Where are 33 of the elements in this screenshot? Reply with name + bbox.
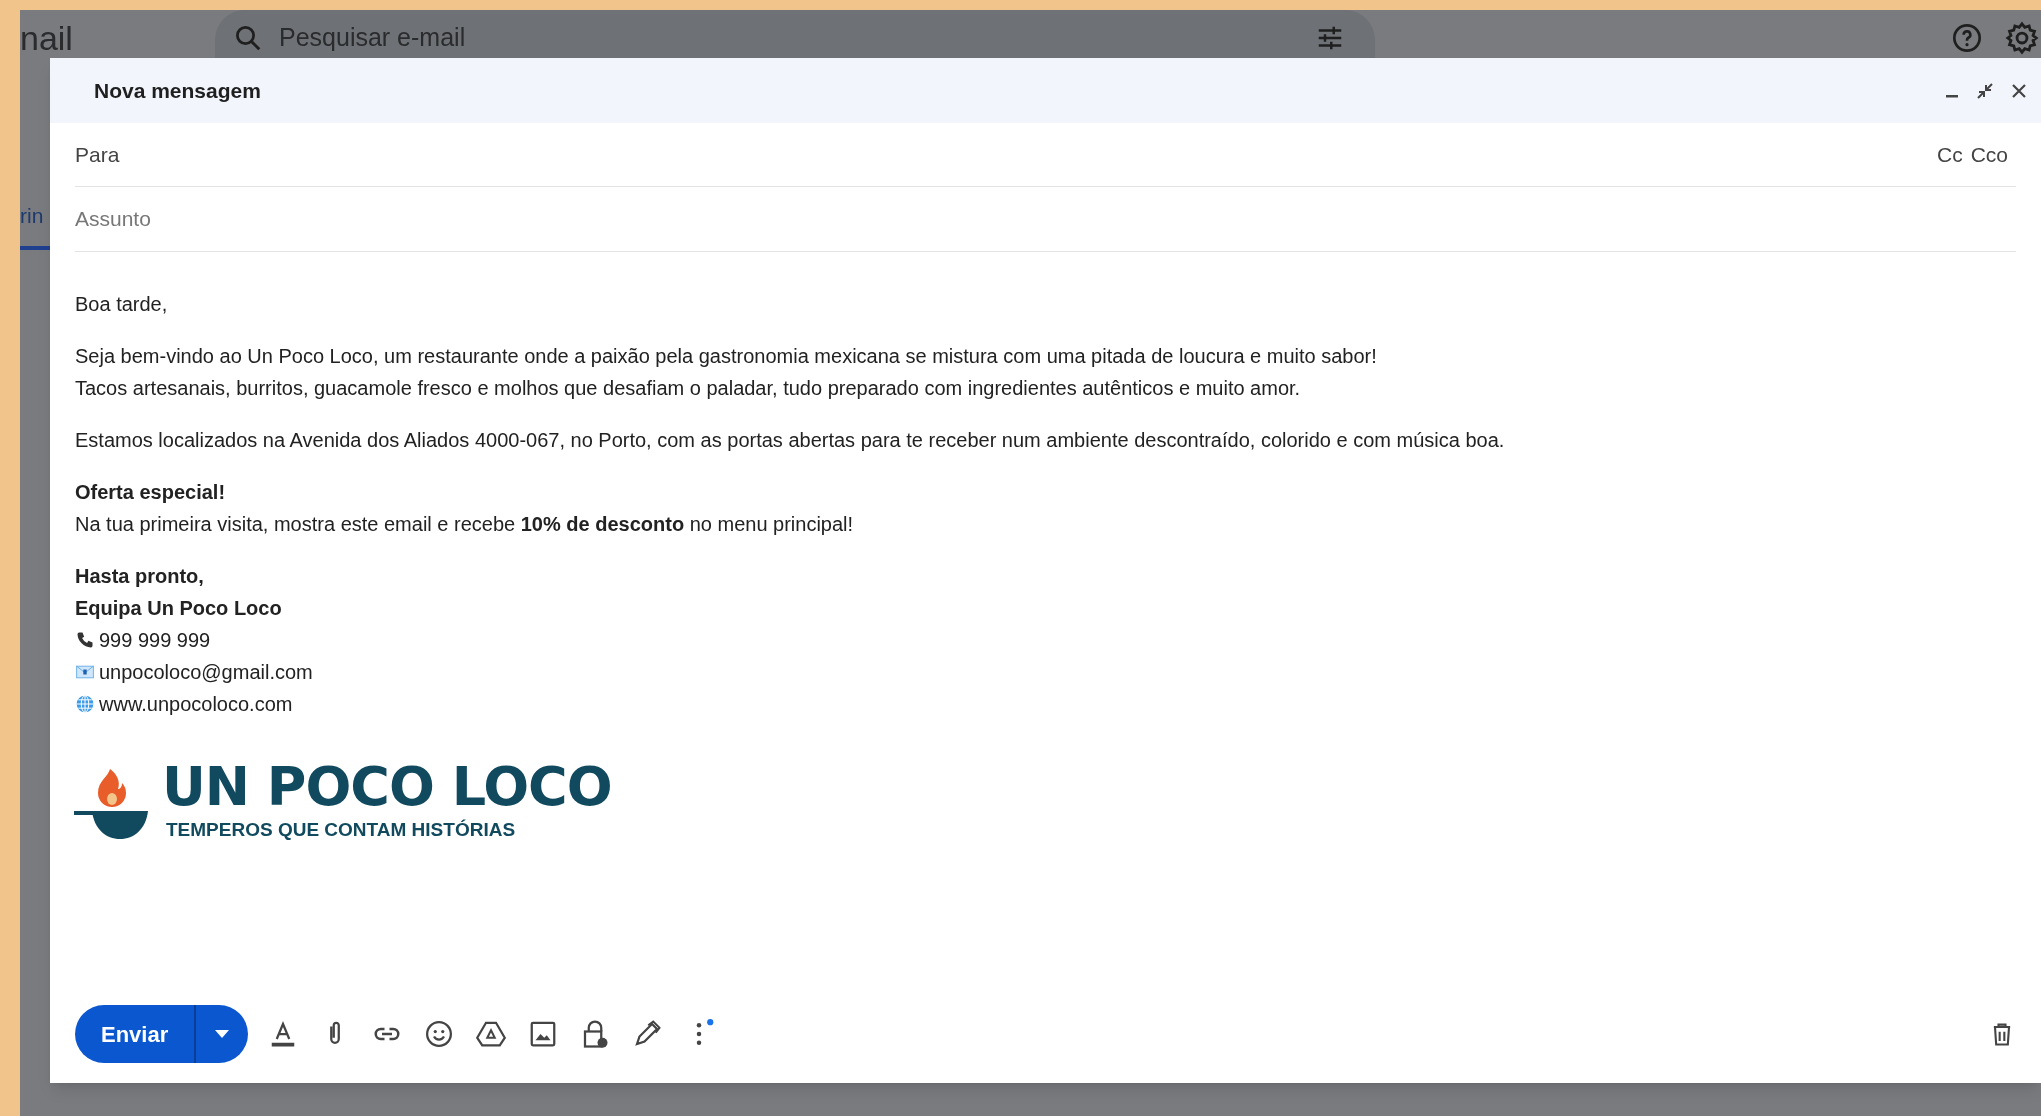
globe-icon [75,694,95,714]
text-line: Hasta pronto, [75,564,204,589]
text-line: Tacos artesanais, burritos, guacamole fresco e molhos que desafiam o paladar, tudo preparado com ingredientes autênticos e muito amor. [75,376,1301,401]
app-name: nail [20,17,74,59]
settings-icon[interactable] [2005,21,2039,55]
search-icon [233,23,263,53]
contact-text: www.unpocoloco.com [99,692,293,717]
search-field[interactable]: Pesquisar e-mail [279,19,1179,57]
phone-icon [75,630,95,650]
subject-field[interactable]: Assunto [75,203,2016,235]
text-line: Estamos localizados na Avenida dos Aliados 4000-067, no Porto, com as portas abertas para te receber num ambiente descontraído, colorido e com música boa. [75,428,1505,453]
bcc-link[interactable]: Cco [1970,138,2008,171]
send-button[interactable]: Enviar [75,1005,197,1063]
search-bar[interactable]: Pesquisar e-mail [215,10,1375,58]
send-options-button[interactable] [196,1005,249,1063]
help-icon[interactable] [1951,22,1983,54]
text-line: Boa tarde, [75,292,168,317]
window-title: Nova mensagem [94,77,261,104]
text-line: Equipa Un Poco Loco [75,596,282,621]
contact-text: 999 999 999 [99,628,211,653]
contact-text: unpocoloco@gmail.com [99,660,313,685]
logo-title: UN POCO LOCO [162,760,612,814]
to-label: Para [75,141,120,168]
caret-icon [215,1030,230,1038]
text-line: Oferta especial! [75,480,226,505]
emoji-icon[interactable] [424,1019,455,1049]
cc-link[interactable]: Cc [1936,138,1963,171]
logo-tagline: TEMPEROS QUE CONTAM HISTÓRIAS [166,818,517,842]
pen-icon[interactable] [632,1019,663,1049]
exit-fullscreen-icon[interactable] [1975,80,1995,101]
text-line: Seja bem-vindo ao Un Poco Loco, um restaurante onde a paixão pela gastronomia mexicana se mistura com uma pitada de loucura e muito sabor! [75,344,1377,369]
text-line: Na tua primeira visita, mostra este email e recebe 10% de desconto no menu principal! [75,512,854,537]
triangle-icon[interactable] [476,1019,507,1049]
